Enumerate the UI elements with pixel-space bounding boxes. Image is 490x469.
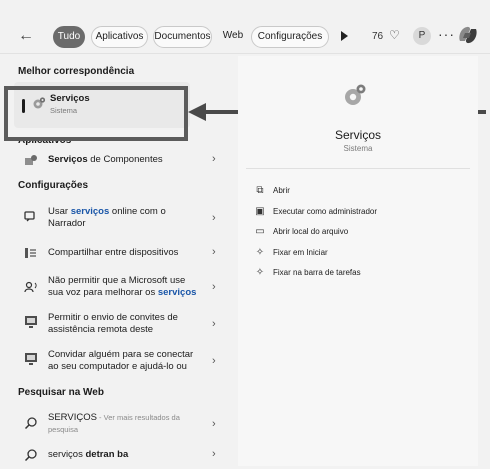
search-icon	[24, 417, 37, 430]
share-devices-icon	[25, 248, 36, 258]
list-item-setting[interactable]: Compartilhar entre dispositivos ›	[14, 244, 230, 262]
list-item-label: Permitir o envio de convites de assistên…	[48, 312, 178, 335]
play-icon[interactable]	[341, 31, 348, 41]
tab-settings[interactable]: Configurações	[251, 26, 329, 48]
pin-icon: ✧	[255, 247, 265, 258]
list-item-label: Serviços de Componentes	[48, 154, 163, 165]
tab-documents[interactable]: Documentos	[153, 26, 212, 48]
action-open-file-location[interactable]: ▭ Abrir local do arquivo	[254, 226, 464, 240]
list-item-component-services[interactable]: Serviços de Componentes ›	[14, 151, 230, 169]
tab-web[interactable]: Web	[218, 26, 248, 48]
voice-person-icon	[24, 281, 37, 293]
list-item-setting[interactable]: Convidar alguém para se conectar ao seu …	[14, 347, 230, 375]
list-item-label: SERVIÇOS - Ver mais resultados da pesqui…	[48, 412, 180, 434]
chevron-right-icon[interactable]: ›	[212, 246, 216, 258]
list-item-web-result[interactable]: serviços detran ba ›	[14, 447, 230, 465]
list-item-setting[interactable]: Usar serviços online com o Narrador ›	[14, 204, 230, 232]
chevron-right-icon[interactable]: ›	[212, 153, 216, 165]
action-open[interactable]: ⧉ Abrir	[254, 185, 464, 199]
copilot-icon[interactable]	[456, 24, 480, 46]
list-item-label: Compartilhar entre dispositivos	[48, 247, 179, 258]
action-label: Fixar em Iniciar	[273, 248, 328, 257]
search-icon	[24, 449, 37, 462]
action-pin-to-taskbar[interactable]: ✧ Fixar na barra de tarefas	[254, 267, 464, 281]
list-item-label: Usar serviços online com o Narrador	[48, 206, 166, 229]
chevron-right-icon[interactable]: ›	[212, 355, 216, 367]
chevron-right-icon[interactable]: ›	[212, 418, 216, 430]
pin-icon: ✧	[255, 267, 265, 278]
filter-bar: ← Tudo Aplicativos Documentos Web Config…	[0, 22, 490, 50]
action-label: Executar como administrador	[273, 207, 378, 216]
list-item-label: Não permitir que a Microsoft use sua voz…	[48, 275, 197, 298]
list-item-label: Convidar alguém para se conectar ao seu …	[48, 349, 194, 372]
services-gear-icon	[345, 84, 366, 105]
action-pin-to-start[interactable]: ✧ Fixar em Iniciar	[254, 247, 464, 261]
component-services-icon	[25, 155, 37, 165]
detail-panel	[238, 56, 478, 466]
divider	[246, 168, 470, 169]
rewards-trophy-icon[interactable]: ♡	[389, 28, 400, 42]
detail-subtitle: Sistema	[343, 144, 373, 153]
search-window: ← Tudo Aplicativos Documentos Web Config…	[0, 0, 490, 469]
tab-all[interactable]: Tudo	[53, 26, 85, 48]
divider	[0, 53, 490, 54]
action-label: Fixar na barra de tarefas	[273, 268, 361, 277]
list-item-setting[interactable]: Não permitir que a Microsoft use sua voz…	[14, 273, 230, 301]
chevron-right-icon[interactable]: ›	[212, 281, 216, 293]
back-arrow-icon[interactable]: ←	[16, 26, 36, 46]
avatar[interactable]: P	[413, 27, 431, 45]
best-match-heading: Melhor correspondência	[18, 66, 135, 77]
more-options-icon[interactable]: ···	[438, 26, 455, 42]
list-item-label: serviços detran ba	[48, 449, 129, 460]
chevron-right-icon[interactable]: ›	[212, 212, 216, 224]
annotation-arrow-head	[188, 103, 206, 121]
rewards-points: 76	[372, 31, 384, 42]
list-item-web-result[interactable]: SERVIÇOS - Ver mais resultados da pesqui…	[14, 410, 230, 438]
chevron-right-icon[interactable]: ›	[212, 448, 216, 460]
action-run-as-admin[interactable]: ▣ Executar como administrador	[254, 206, 464, 220]
admin-shield-icon: ▣	[255, 206, 265, 217]
action-label: Abrir	[273, 186, 290, 195]
remote-assistance-icon	[25, 353, 37, 365]
detail-title: Serviços	[334, 128, 381, 142]
highlight-callout-box	[4, 86, 188, 141]
open-external-icon: ⧉	[256, 185, 264, 196]
action-label: Abrir local do arquivo	[273, 227, 349, 236]
settings-heading: Configurações	[18, 180, 89, 191]
list-item-setting[interactable]: Permitir o envio de convites de assistên…	[14, 310, 230, 338]
chevron-right-icon[interactable]: ›	[212, 318, 216, 330]
remote-assistance-icon	[25, 316, 37, 328]
narrator-icon	[24, 211, 35, 222]
web-search-heading: Pesquisar na Web	[18, 387, 104, 398]
tab-apps[interactable]: Aplicativos	[91, 26, 148, 48]
folder-icon: ▭	[255, 226, 265, 237]
